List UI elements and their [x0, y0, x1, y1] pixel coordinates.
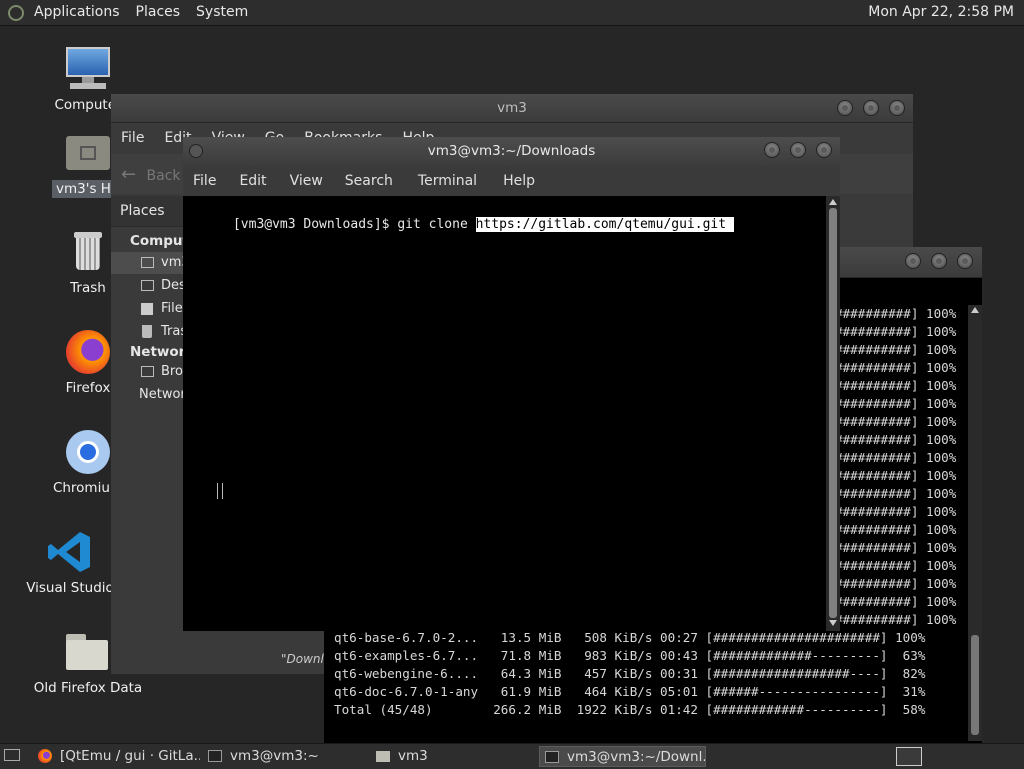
- folder-icon: [64, 628, 112, 676]
- download-row: Total (45/48) 266.2 MiB 1922 KiB/s 01:42…: [334, 702, 926, 717]
- computer-icon: [64, 45, 112, 93]
- menu-view[interactable]: View: [280, 173, 333, 189]
- workspace-1[interactable]: [896, 747, 922, 766]
- download-row: qt6-base-6.7.0-2... 13.5 MiB 508 KiB/s 0…: [334, 630, 926, 645]
- command-line: [vm3@vm3 Downloads]$ git clone https://g…: [186, 198, 735, 252]
- scroll-up-arrow-icon[interactable]: [971, 307, 979, 313]
- maximize-button[interactable]: [931, 253, 947, 269]
- show-desktop-icon[interactable]: [4, 749, 20, 761]
- partial-progress-rows: ##########] 100% ##########] 100% ########…: [835, 305, 970, 629]
- home-icon: [141, 257, 154, 268]
- clock[interactable]: Mon Apr 22, 2:58 PM: [868, 0, 1014, 25]
- progress-row-partial: ##########] 100%: [835, 576, 957, 591]
- progress-row-partial: ##########] 100%: [835, 468, 957, 483]
- mate-menu-icon[interactable]: [8, 4, 24, 21]
- progress-row-partial: ##########] 100%: [835, 360, 957, 375]
- progress-row-partial: ##########] 100%: [835, 396, 957, 411]
- vscode-icon: [46, 528, 94, 576]
- terminal-scrollbar[interactable]: [826, 196, 840, 631]
- progress-row-partial: ##########] 100%: [835, 414, 957, 429]
- progress-row-partial: ##########] 100%: [835, 450, 957, 465]
- download-row: qt6-webengine-6.... 64.3 MiB 457 KiB/s 0…: [334, 666, 926, 681]
- progress-row-partial: ##########] 100%: [835, 306, 957, 321]
- task-terminal-home[interactable]: vm3@vm3:~: [208, 746, 368, 767]
- back-arrow-icon: ←: [121, 164, 137, 185]
- close-button[interactable]: [889, 100, 905, 116]
- applications-menu[interactable]: Applications: [26, 0, 128, 25]
- close-button[interactable]: [957, 253, 973, 269]
- maximize-button[interactable]: [863, 100, 879, 116]
- trash-icon: [142, 325, 152, 338]
- window-title: vm3: [497, 100, 527, 116]
- progress-row-partial: ##########] 100%: [835, 378, 957, 393]
- terminal-menubar: File Edit View Search Terminal Help: [183, 166, 840, 196]
- download-rows: qt6-base-6.7.0-2... 13.5 MiB 508 KiB/s 0…: [334, 629, 969, 719]
- task-file-manager[interactable]: vm3: [376, 746, 536, 767]
- chromium-icon: [64, 428, 112, 476]
- desktop-icon-label: Visual Studio: [26, 580, 114, 596]
- progress-row-partial: ##########] 100%: [835, 324, 957, 339]
- window-title: vm3@vm3:~/Downloads: [427, 143, 596, 159]
- file-manager-titlebar[interactable]: vm3: [111, 94, 913, 123]
- menu-terminal[interactable]: Terminal: [405, 173, 490, 189]
- back-terminal-scrollbar[interactable]: [968, 305, 982, 741]
- progress-row-partial: ##########] 100%: [835, 342, 957, 357]
- download-row: qt6-doc-6.7.0-1-any 61.9 MiB 464 KiB/s 0…: [334, 684, 926, 699]
- progress-row-partial: ##########] 100%: [835, 504, 957, 519]
- desktop-icon-label: Old Firefox Data: [33, 680, 143, 696]
- scroll-down-arrow-icon[interactable]: [829, 620, 837, 626]
- text-cursor-icon: [217, 483, 223, 499]
- top-panel: Applications Places System Mon Apr 22, 2…: [0, 0, 1024, 26]
- progress-row-partial: ##########] 100%: [835, 612, 957, 627]
- menu-file[interactable]: File: [111, 130, 154, 146]
- terminal-icon: [545, 751, 559, 763]
- taskbar: [QtEmu / gui · GitLa... vm3@vm3:~ vm3 vm…: [0, 743, 1024, 769]
- menu-edit[interactable]: Edit: [226, 173, 279, 189]
- task-terminal-downloads[interactable]: vm3@vm3:~/Downl...: [539, 746, 706, 767]
- menu-search[interactable]: Search: [333, 173, 405, 189]
- menu-file[interactable]: File: [183, 173, 226, 189]
- workspace-switcher[interactable]: [890, 744, 930, 769]
- drive-icon: [141, 303, 153, 315]
- progress-row-partial: ##########] 100%: [835, 594, 957, 609]
- trash-icon: [64, 228, 112, 276]
- network-icon: [141, 366, 154, 377]
- firefox-icon: [64, 328, 112, 376]
- places-menu[interactable]: Places: [128, 0, 189, 25]
- home-folder-icon: [64, 128, 112, 176]
- task-firefox[interactable]: [QtEmu / gui · GitLa...: [38, 746, 200, 767]
- menu-help[interactable]: Help: [490, 173, 548, 189]
- progress-row-partial: ##########] 100%: [835, 558, 957, 573]
- back-button[interactable]: ← Back: [121, 164, 181, 185]
- front-terminal-window: vm3@vm3:~/Downloads File Edit View Searc…: [183, 137, 840, 631]
- progress-row-partial: ##########] 100%: [835, 432, 957, 447]
- system-menu[interactable]: System: [188, 0, 256, 25]
- folder-icon: [376, 750, 390, 762]
- scrollbar-thumb[interactable]: [971, 635, 979, 735]
- scroll-up-arrow-icon[interactable]: [829, 199, 837, 205]
- progress-row-partial: ##########] 100%: [835, 540, 957, 555]
- download-row: qt6-examples-6.7... 71.8 MiB 983 KiB/s 0…: [334, 648, 926, 663]
- minimize-button[interactable]: [905, 253, 921, 269]
- desktop-icon-vscode[interactable]: Visual Studio: [15, 528, 125, 596]
- front-terminal-titlebar[interactable]: vm3@vm3:~/Downloads: [183, 137, 840, 167]
- selected-url: https://gitlab.com/qtemu/gui.git: [475, 217, 735, 232]
- firefox-icon: [38, 749, 52, 763]
- progress-row-partial: ##########] 100%: [835, 522, 957, 537]
- desktop-icon: [141, 280, 154, 291]
- shell-prompt: [vm3@vm3 Downloads]$ git clone: [232, 217, 476, 232]
- back-label: Back: [146, 168, 181, 184]
- scrollbar-thumb[interactable]: [829, 208, 837, 618]
- terminal-output[interactable]: [vm3@vm3 Downloads]$ git clone https://g…: [183, 196, 826, 631]
- progress-row-partial: ##########] 100%: [835, 486, 957, 501]
- terminal-icon: [208, 750, 222, 762]
- minimize-button[interactable]: [837, 100, 853, 116]
